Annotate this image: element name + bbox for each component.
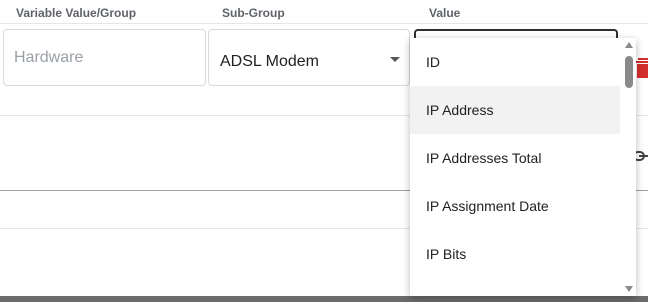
header-divider bbox=[0, 23, 648, 24]
dropdown-option[interactable]: IP Assignment Date bbox=[410, 182, 620, 230]
sub-group-selected-value: ADSL Modem bbox=[220, 53, 319, 70]
variable-value-group-field[interactable] bbox=[3, 29, 206, 86]
dropdown-option[interactable]: IP Addresses Total bbox=[410, 134, 620, 182]
dropdown-option[interactable]: IP Bits bbox=[410, 230, 620, 278]
dropdown-option[interactable]: ID bbox=[410, 38, 620, 86]
value-options-list: ID IP Address IP Addresses Total IP Assi… bbox=[410, 38, 620, 278]
dropdown-option-highlighted[interactable]: IP Address bbox=[410, 86, 620, 134]
chevron-down-icon[interactable] bbox=[390, 57, 400, 62]
scroll-up-arrow-icon[interactable] bbox=[625, 42, 633, 48]
dropdown-scrollbar[interactable] bbox=[622, 38, 636, 296]
header-sub-group: Sub-Group bbox=[222, 6, 285, 20]
header-variable-value-group: Variable Value/Group bbox=[16, 6, 137, 20]
bottom-bar bbox=[0, 296, 648, 302]
scrollbar-thumb[interactable] bbox=[625, 56, 633, 88]
value-dropdown-menu[interactable]: ID IP Address IP Addresses Total IP Assi… bbox=[410, 38, 636, 296]
sub-group-select[interactable]: ADSL Modem bbox=[208, 29, 410, 86]
trash-icon[interactable] bbox=[636, 58, 648, 80]
variable-value-group-input[interactable] bbox=[4, 30, 205, 85]
header-value: Value bbox=[429, 6, 461, 20]
scroll-down-arrow-icon[interactable] bbox=[625, 286, 633, 292]
